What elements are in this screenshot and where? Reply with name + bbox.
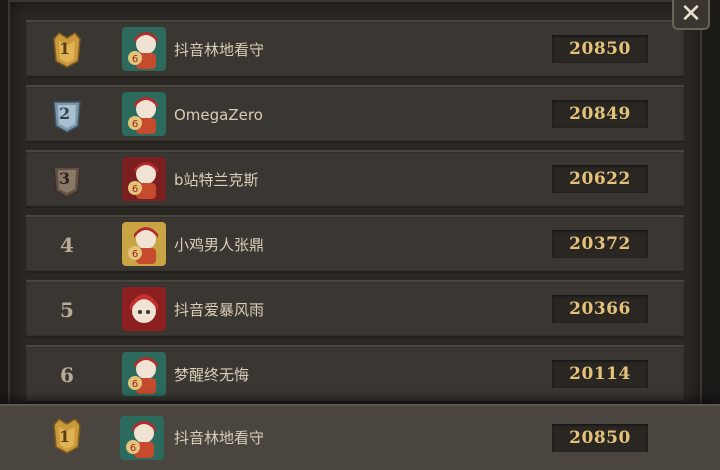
leaderboard-row[interactable]: 4 6 小鸡男人张鼎 20372: [26, 215, 684, 273]
rank-plain: 4: [48, 225, 86, 265]
svg-text:6: 6: [132, 379, 138, 390]
my-name: 抖音林地看守: [174, 429, 265, 447]
player-score: 20622: [552, 165, 648, 193]
player-score: 20114: [552, 360, 648, 388]
player-name: 小鸡男人张鼎: [174, 236, 265, 254]
leaderboard-row[interactable]: 3 6 b站特兰克斯 20622: [26, 150, 684, 208]
rank-plain: 6: [48, 355, 86, 395]
player-avatar[interactable]: 6: [122, 352, 166, 396]
rank-number: 1: [59, 427, 71, 446]
rank-plain: 5: [48, 290, 86, 330]
player-name: 梦醒终无悔: [174, 366, 250, 384]
leaderboard-row[interactable]: 2 6 OmegaZero 20849: [26, 85, 684, 143]
leaderboard-row[interactable]: 5 抖音爱暴风雨 20366: [26, 280, 684, 338]
player-avatar[interactable]: 6: [122, 222, 166, 266]
player-score: 20849: [552, 100, 648, 128]
player-avatar[interactable]: 6: [122, 157, 166, 201]
leaderboard-row[interactable]: 6 6 梦醒终无悔 20114: [26, 345, 684, 403]
rank-number: 3: [59, 169, 71, 188]
player-name: OmegaZero: [174, 106, 263, 124]
player-avatar[interactable]: 6: [122, 92, 166, 136]
my-score: 20850: [552, 424, 648, 452]
player-name: b站特兰克斯: [174, 171, 259, 189]
close-button[interactable]: ✕: [672, 0, 710, 30]
player-score: 20372: [552, 230, 648, 258]
leaderboard-row[interactable]: 1 6 抖音林地看守 20850: [26, 20, 684, 78]
rank-number: 2: [59, 104, 71, 123]
svg-text:6: 6: [130, 443, 136, 454]
svg-text:6: 6: [132, 249, 138, 260]
player-avatar[interactable]: 6: [122, 27, 166, 71]
rank-number: 4: [60, 233, 74, 257]
svg-text:6: 6: [132, 119, 138, 130]
svg-text:6: 6: [132, 184, 138, 195]
rank-number: 1: [59, 39, 71, 58]
my-avatar[interactable]: 6: [120, 416, 164, 460]
player-name: 抖音爱暴风雨: [174, 301, 265, 319]
rank-number: 6: [60, 363, 74, 387]
my-rank-bar: 1 6 抖音林地看守 20850: [0, 404, 720, 470]
rank-number: 5: [60, 298, 74, 322]
player-score: 20366: [552, 295, 648, 323]
close-icon[interactable]: ✕: [680, 1, 702, 27]
player-score: 20850: [552, 35, 648, 63]
player-name: 抖音林地看守: [174, 41, 265, 59]
svg-text:6: 6: [132, 54, 138, 65]
player-avatar[interactable]: [122, 287, 166, 331]
